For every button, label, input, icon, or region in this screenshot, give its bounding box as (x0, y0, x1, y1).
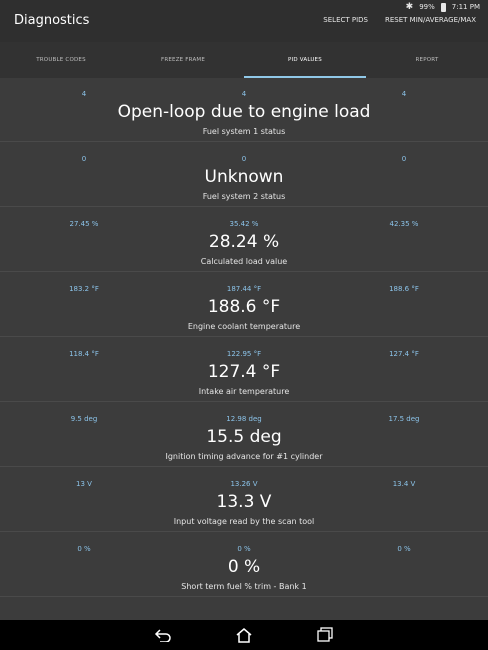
select-pids-button[interactable]: SELECT PIDS (323, 16, 368, 24)
reset-min-average-max-button[interactable]: RESET MIN/AVERAGE/MAX (385, 16, 476, 24)
back-icon[interactable] (148, 620, 178, 650)
tab-freeze-frame[interactable]: FREEZE FRAME (122, 42, 244, 78)
pid-average: 13.26 V (230, 480, 258, 488)
pid-name: Engine coolant temperature (187, 322, 301, 331)
tab-trouble-codes[interactable]: TROUBLE CODES (0, 42, 122, 78)
tab-report[interactable]: REPORT (366, 42, 488, 78)
pid-average: 4 (241, 90, 247, 98)
pid-average: 0 (241, 155, 247, 163)
status-bar: ✱ 99% 7:11 PM (0, 0, 488, 14)
pid-average: 0 % (237, 545, 251, 553)
pid-max: 4 (401, 90, 407, 98)
pid-name: Short term fuel % trim - Bank 1 (181, 582, 307, 591)
navigation-bar (0, 620, 488, 650)
pid-row[interactable]: 0 % 0 % 0 % 0 % Short term fuel % trim -… (0, 533, 488, 597)
pid-row[interactable]: 0 0 0 Unknown Fuel system 2 status (0, 143, 488, 207)
pid-min: 118.4 °F (69, 350, 99, 358)
pid-row[interactable]: 183.2 °F 187.44 °F 188.6 °F 188.6 °F Eng… (0, 273, 488, 337)
pid-row[interactable]: 13 V 13.26 V 13.4 V 13.3 V Input voltage… (0, 468, 488, 532)
pid-values-list[interactable]: 4 4 4 Open-loop due to engine load Fuel … (0, 78, 488, 608)
pid-current-value: 127.4 °F (207, 362, 281, 382)
pid-row[interactable]: 4 4 4 Open-loop due to engine load Fuel … (0, 78, 488, 142)
app-title: Diagnostics (14, 13, 90, 28)
pid-min: 4 (81, 90, 87, 98)
pid-average: 12.98 deg (226, 415, 262, 423)
pid-max: 0 % (397, 545, 411, 553)
pid-row[interactable]: 9.5 deg 12.98 deg 17.5 deg 15.5 deg Igni… (0, 403, 488, 467)
pid-max: 0 (401, 155, 407, 163)
pid-name: Fuel system 1 status (202, 127, 286, 136)
pid-max: 42.35 % (389, 220, 419, 228)
recent-apps-icon[interactable] (310, 620, 340, 650)
home-icon[interactable] (229, 620, 259, 650)
pid-min: 9.5 deg (70, 415, 98, 423)
pid-min: 183.2 °F (69, 285, 99, 293)
pid-row[interactable]: 118.4 °F 122.95 °F 127.4 °F 127.4 °F Int… (0, 338, 488, 402)
pid-max: 188.6 °F (389, 285, 419, 293)
tab-bar: TROUBLE CODES FREEZE FRAME PID VALUES RE… (0, 42, 488, 78)
pid-min: 0 % (77, 545, 91, 553)
pid-min: 13 V (76, 480, 92, 488)
pid-current-value: 188.6 °F (207, 297, 281, 317)
pid-min: 0 (81, 155, 87, 163)
pid-current-value: 13.3 V (216, 492, 272, 512)
battery-percent: 99% (419, 3, 435, 11)
pid-current-value: 0 % (227, 557, 261, 577)
pid-average: 35.42 % (229, 220, 259, 228)
battery-icon (440, 2, 446, 12)
pid-name: Input voltage read by the scan tool (173, 517, 315, 526)
pid-current-value: Open-loop due to engine load (117, 102, 371, 122)
pid-current-value: 15.5 deg (206, 427, 282, 447)
pid-name: Fuel system 2 status (202, 192, 286, 201)
bluetooth-icon: ✱ (405, 2, 414, 12)
pid-max: 17.5 deg (388, 415, 420, 423)
pid-current-value: 28.24 % (208, 232, 280, 252)
pid-name: Calculated load value (200, 257, 288, 266)
pid-name: Ignition timing advance for #1 cylinder (165, 452, 323, 461)
pid-current-value: Unknown (204, 167, 284, 187)
pid-average: 187.44 °F (226, 285, 262, 293)
pid-row[interactable]: 27.45 % 35.42 % 42.35 % 28.24 % Calculat… (0, 208, 488, 272)
pid-average: 122.95 °F (226, 350, 262, 358)
tab-pid-values[interactable]: PID VALUES (244, 42, 366, 78)
pid-max: 13.4 V (392, 480, 416, 488)
pid-min: 27.45 % (69, 220, 99, 228)
pid-name: Intake air temperature (198, 387, 290, 396)
pid-max: 127.4 °F (389, 350, 419, 358)
clock: 7:11 PM (451, 3, 480, 11)
